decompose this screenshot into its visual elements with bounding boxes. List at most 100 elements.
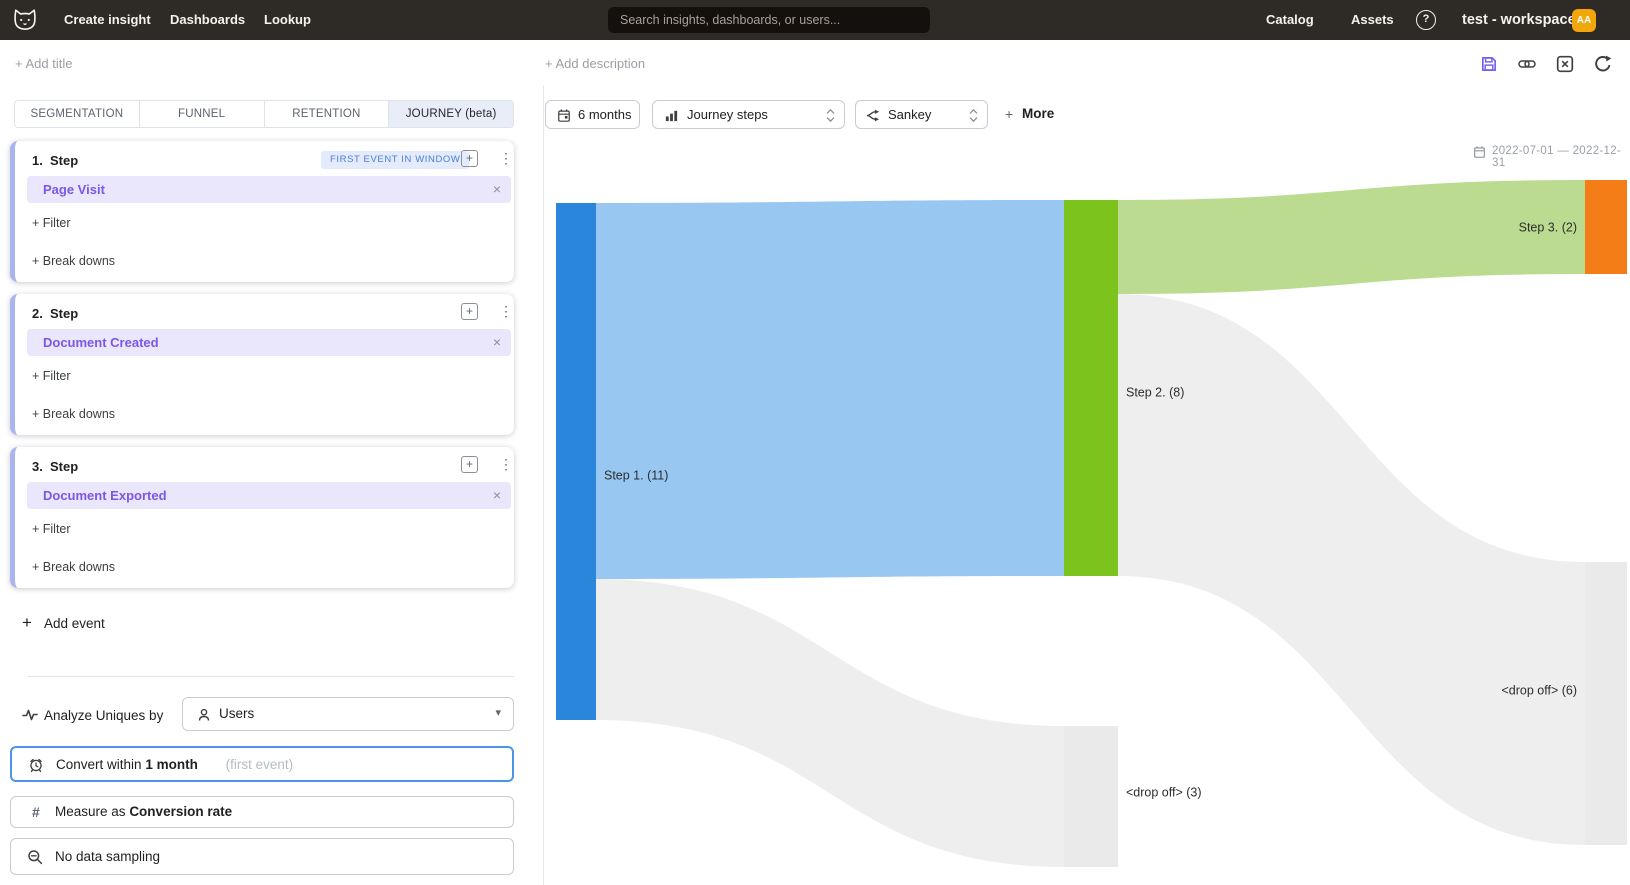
sankey-link-step1-step2 <box>596 200 1064 579</box>
event-chip[interactable]: Document Created × <box>27 329 511 356</box>
sankey-link-step2-dropoff <box>1118 294 1585 845</box>
add-event-plus-icon[interactable]: + <box>22 613 32 633</box>
nav-catalog[interactable]: Catalog <box>1266 0 1314 40</box>
workspace-name[interactable]: test - workspace <box>1462 0 1576 40</box>
refresh-icon[interactable] <box>1594 55 1612 73</box>
chart-type-select[interactable]: Journey steps <box>652 100 845 129</box>
uniques-entity-value: Users <box>219 706 254 721</box>
hash-icon: # <box>32 804 40 820</box>
data-sampling-label: No data sampling <box>55 849 160 864</box>
step-number: 3. <box>32 459 43 474</box>
select-carets-icon <box>968 108 979 123</box>
sankey-link-step1-dropoff <box>596 579 1064 867</box>
tab-retention[interactable]: RETENTION <box>264 101 389 127</box>
uniques-entity-select[interactable]: Users ▾ <box>182 697 514 731</box>
sankey-label-step1: Step 1. (11) <box>604 468 668 482</box>
select-carets-icon <box>825 108 836 123</box>
analyze-uniques-label: Analyze Uniques by <box>44 708 163 723</box>
app-window: Create insight Dashboards Lookup Catalog… <box>0 0 1630 885</box>
sankey-label-dropoff-1: <drop off> (3) <box>1126 785 1202 799</box>
left-panel-divider <box>28 676 514 677</box>
more-plus-icon[interactable]: + <box>1005 106 1013 122</box>
nav-lookup[interactable]: Lookup <box>264 0 311 40</box>
data-sampling-box[interactable]: No data sampling <box>10 838 514 875</box>
step-title: Step <box>50 459 78 474</box>
step-menu-icon[interactable]: ⋮ <box>499 303 513 320</box>
sankey-chart: Step 1. (11) Step 2. (8) Step 3. (2) <dr… <box>543 137 1630 885</box>
event-name[interactable]: Document Created <box>43 335 159 350</box>
date-range-button[interactable]: 6 months <box>545 100 640 129</box>
add-event-to-step-button[interactable]: + <box>461 456 478 473</box>
add-title-field[interactable]: + Add title <box>15 56 72 71</box>
measure-as-box[interactable]: # Measure as Conversion rate <box>10 796 514 828</box>
event-chip[interactable]: Document Exported × <box>27 482 511 509</box>
add-breakdown-link[interactable]: + Break downs <box>32 560 115 574</box>
copy-link-icon[interactable] <box>1518 55 1536 73</box>
chevron-down-icon: ▾ <box>495 706 501 719</box>
calendar-icon <box>557 108 571 123</box>
alarm-clock-icon <box>28 757 44 773</box>
zoom-out-icon <box>27 849 43 865</box>
close-box-icon[interactable] <box>1556 55 1574 73</box>
sankey-label-dropoff-2: <drop off> (6) <box>1501 683 1577 697</box>
sankey-node-step1[interactable] <box>556 203 596 720</box>
top-navbar: Create insight Dashboards Lookup Catalog… <box>0 0 1630 40</box>
person-icon <box>196 707 212 723</box>
help-icon[interactable]: ? <box>1416 10 1436 30</box>
sankey-link-step2-step3 <box>1118 180 1585 294</box>
add-filter-link[interactable]: + Filter <box>32 216 71 230</box>
remove-event-icon[interactable]: × <box>493 334 501 350</box>
visualization-select[interactable]: Sankey <box>855 100 988 129</box>
add-breakdown-link[interactable]: + Break downs <box>32 254 115 268</box>
avatar[interactable]: AA <box>1572 9 1596 32</box>
measure-as-label: Measure as <box>55 804 126 819</box>
nav-create-insight[interactable]: Create insight <box>64 0 151 40</box>
add-event-button[interactable]: Add event <box>44 616 105 631</box>
add-event-to-step-button[interactable]: + <box>461 303 478 320</box>
more-button[interactable]: More <box>1022 106 1054 121</box>
tab-segmentation[interactable]: SEGMENTATION <box>15 101 139 127</box>
event-name[interactable]: Page Visit <box>43 182 105 197</box>
event-chip[interactable]: Page Visit × <box>27 176 511 203</box>
add-event-to-step-button[interactable]: + <box>461 150 478 167</box>
step-menu-icon[interactable]: ⋮ <box>499 150 513 167</box>
convert-window-value: 1 month <box>145 757 198 772</box>
visualization-value: Sankey <box>888 107 931 122</box>
step-number: 1. <box>32 153 43 168</box>
convert-window-hint: (first event) <box>226 757 294 772</box>
add-description-field[interactable]: + Add description <box>545 56 645 71</box>
event-name[interactable]: Document Exported <box>43 488 167 503</box>
remove-event-icon[interactable]: × <box>493 487 501 503</box>
step-menu-icon[interactable]: ⋮ <box>499 456 513 473</box>
search-input[interactable] <box>608 7 930 33</box>
nav-dashboards[interactable]: Dashboards <box>170 0 245 40</box>
remove-event-icon[interactable]: × <box>493 181 501 197</box>
tab-funnel[interactable]: FUNNEL <box>139 101 264 127</box>
sankey-label-step3: Step 3. (2) <box>1519 220 1577 234</box>
date-range-button-label: 6 months <box>578 107 631 122</box>
conversion-window-box[interactable]: Convert within 1 month (first event) <box>10 746 514 782</box>
step-number: 2. <box>32 306 43 321</box>
first-event-badge: FIRST EVENT IN WINDOW <box>321 151 469 169</box>
tab-journey[interactable]: JOURNEY (beta) <box>388 101 513 127</box>
sankey-icon <box>865 108 881 123</box>
activity-icon <box>22 707 38 723</box>
measure-as-value: Conversion rate <box>129 804 232 819</box>
step-card-1: 1. Step FIRST EVENT IN WINDOW + ⋮ Page V… <box>10 141 514 282</box>
step-card-3: 3. Step + ⋮ Document Exported × + Filter… <box>10 447 514 588</box>
step-card-2: 2. Step + ⋮ Document Created × + Filter … <box>10 294 514 435</box>
convert-within-label: Convert within <box>56 757 142 772</box>
add-filter-link[interactable]: + Filter <box>32 369 71 383</box>
chart-type-value: Journey steps <box>687 107 768 122</box>
step-title: Step <box>50 306 78 321</box>
nav-assets[interactable]: Assets <box>1351 0 1394 40</box>
sankey-node-step3[interactable] <box>1585 180 1627 274</box>
sankey-node-dropoff-2[interactable] <box>1585 562 1627 845</box>
sankey-node-dropoff-1[interactable] <box>1064 726 1118 867</box>
cat-logo-icon[interactable] <box>12 8 38 32</box>
bar-chart-icon <box>664 108 679 123</box>
add-breakdown-link[interactable]: + Break downs <box>32 407 115 421</box>
add-filter-link[interactable]: + Filter <box>32 522 71 536</box>
save-icon[interactable] <box>1480 55 1498 73</box>
sankey-node-step2[interactable] <box>1064 200 1118 576</box>
